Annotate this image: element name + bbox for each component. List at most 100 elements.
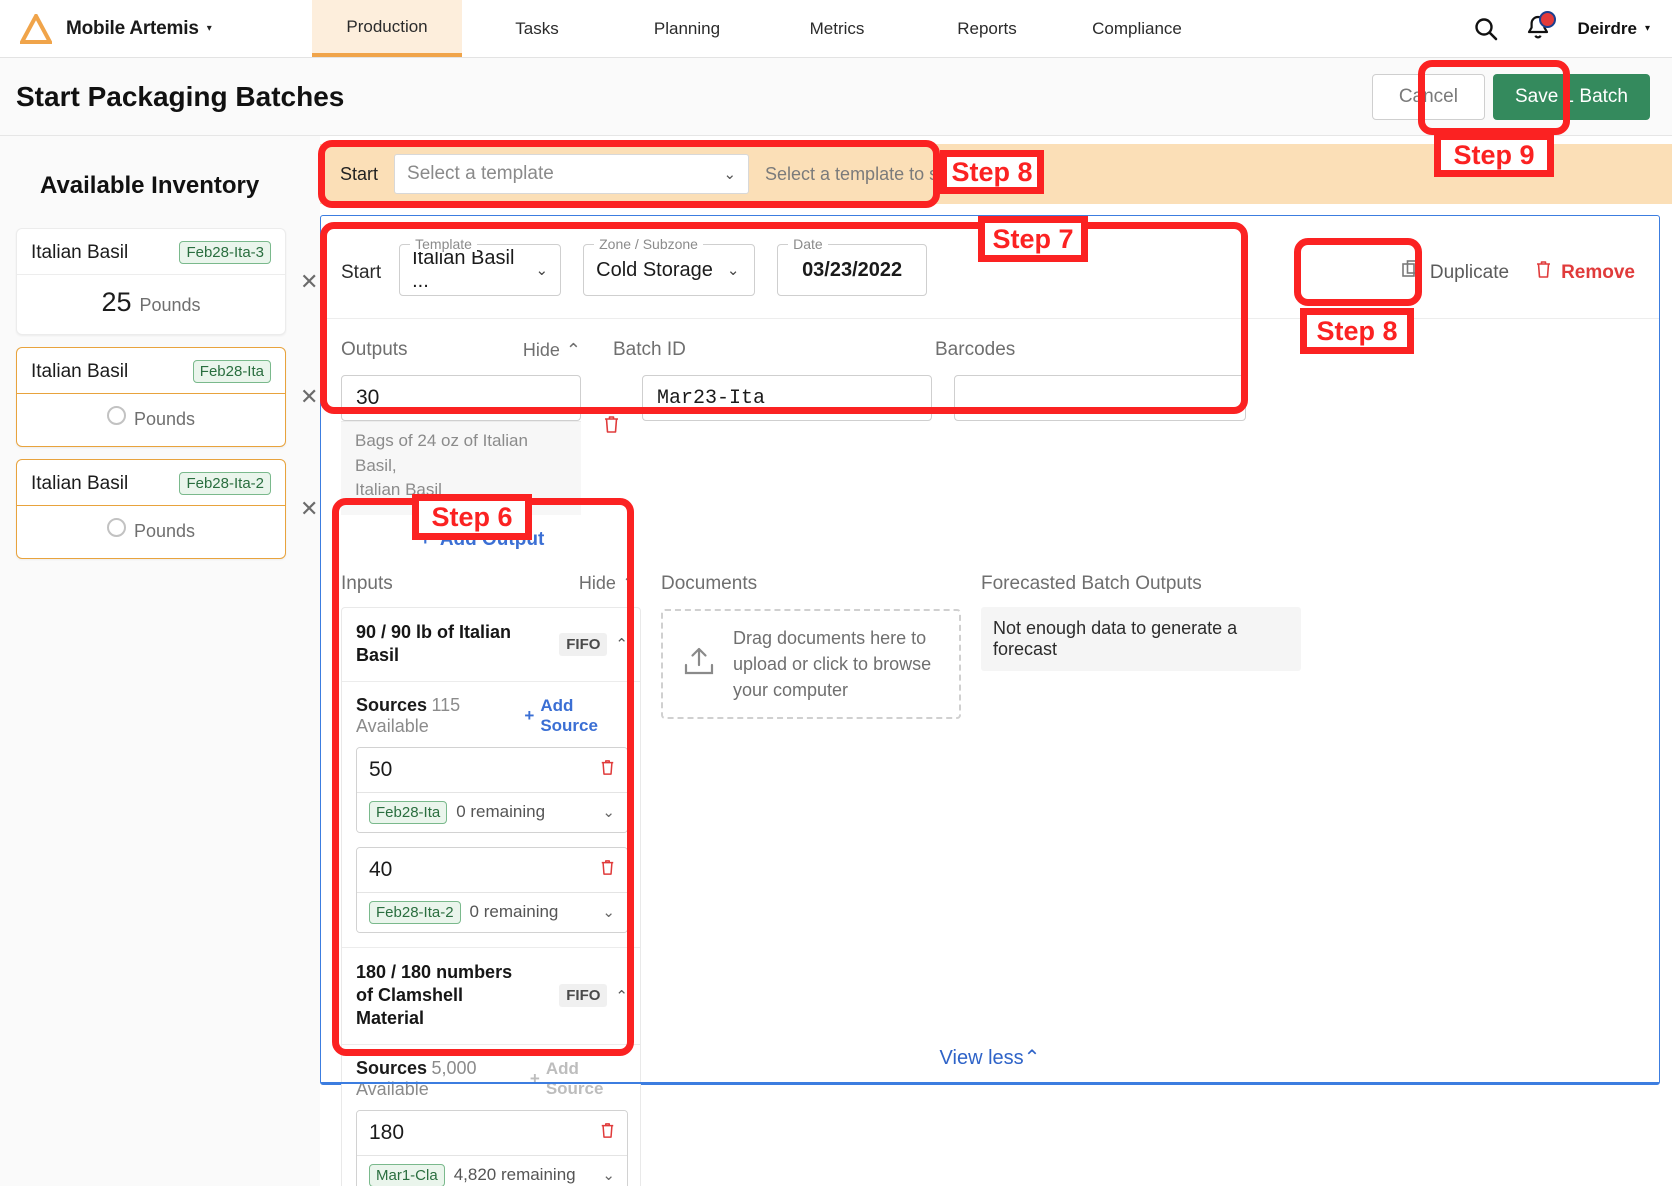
barcodes-input[interactable] (954, 375, 1246, 421)
inventory-quantity-unit: Pounds (133, 521, 196, 541)
available-inventory-sidebar: Available Inventory Italian Basil Feb28-… (0, 136, 320, 1186)
batch-template-value: Italian Basil ... (412, 247, 515, 292)
output-description-line2: Italian Basil (355, 480, 442, 500)
outputs-hide-toggle[interactable]: Hide ⌃ (523, 340, 581, 361)
add-output-label: Add Output (439, 528, 545, 550)
view-less-button[interactable]: View less⌃ (321, 1045, 1659, 1084)
notification-badge-dot (1539, 11, 1557, 28)
batch-card-actions: Duplicate Remove (1402, 244, 1639, 285)
save-batch-button[interactable]: Save 1 Batch (1492, 73, 1650, 120)
chevron-up-icon: ⌃ (1023, 1047, 1041, 1069)
list-item: Italian Basil Feb28-Ita-2 Pounds ✕ (16, 459, 320, 559)
inputs-hide-toggle[interactable]: Hide ⌃ (579, 573, 637, 594)
remove-inventory-icon[interactable]: ✕ (300, 498, 318, 520)
inventory-card[interactable]: Italian Basil Feb28-Ita Pounds (16, 347, 286, 447)
batch-template-label: Template (410, 236, 477, 252)
tab-planning[interactable]: Planning (612, 0, 762, 57)
cancel-button[interactable]: Cancel (1371, 73, 1485, 120)
chevron-down-icon: ⌄ (602, 1167, 615, 1185)
sources-label: Sources (356, 694, 428, 715)
sources-header: Sources 115 Available + Add Source (342, 682, 640, 747)
delete-source-icon[interactable] (600, 859, 615, 881)
input-group-header[interactable]: 90 / 90 lb of Italian Basil FIFO ⌃ (342, 608, 640, 682)
source-lot-selector[interactable]: Feb28-Ita 0 remaining ⌄ (357, 791, 627, 832)
documents-dropzone[interactable]: Drag documents here to upload or click t… (661, 608, 961, 719)
tab-reports[interactable]: Reports (912, 0, 1062, 57)
source-quantity-input[interactable]: 40 (357, 847, 627, 892)
sidebar-title: Available Inventory (40, 172, 260, 199)
forecast-message: Not enough data to generate a forecast (981, 606, 1301, 671)
chevron-up-icon[interactable]: ⌃ (615, 987, 628, 1005)
batch-zone-field[interactable]: Zone / Subzone Cold Storage ⌄ (583, 236, 756, 296)
chevron-down-icon: ⌄ (535, 262, 549, 279)
batch-zone-label: Zone / Subzone (594, 236, 703, 252)
inputs-hide-label: Hide (578, 573, 616, 594)
plus-icon: + (524, 705, 535, 725)
source-row: 180 Mar1-Cla 4,820 remaining ⌄ (356, 1109, 628, 1186)
batch-start-label: Start (341, 262, 382, 283)
source-quantity-input[interactable]: 180 (357, 1110, 627, 1155)
inventory-item-name: Italian Basil (31, 472, 129, 494)
duplicate-label: Duplicate (1429, 261, 1510, 283)
chevron-down-icon: ⌄ (723, 166, 737, 183)
outputs-header-row: Outputs Hide ⌃ Batch ID Barcodes (321, 339, 1659, 361)
brand-chevron-down-icon[interactable]: ▾ (207, 23, 212, 34)
template-select-placeholder: Select a template (407, 163, 554, 184)
inventory-card[interactable]: Italian Basil Feb28-Ita-3 25 Pounds (16, 228, 286, 335)
batch-card-header: Start Template Italian Basil ... ⌄ Zone … (321, 216, 1659, 296)
tab-compliance-label: Compliance (1092, 18, 1182, 38)
source-lot-selector[interactable]: Feb28-Ita-2 0 remaining ⌄ (357, 891, 627, 932)
inventory-quantity-unit: Pounds (139, 295, 201, 315)
tab-tasks[interactable]: Tasks (462, 0, 612, 57)
duplicate-batch-button[interactable]: Duplicate (1402, 260, 1509, 285)
page-header: Start Packaging Batches Cancel Save 1 Ba… (0, 58, 1672, 136)
source-row: 40 Feb28-Ita-2 0 remaining ⌄ (356, 846, 628, 933)
batch-card: Start Template Italian Basil ... ⌄ Zone … (320, 215, 1660, 1186)
search-icon[interactable] (1473, 16, 1499, 42)
notification-bell-icon[interactable] (1525, 11, 1557, 42)
delete-output-icon[interactable] (603, 415, 620, 440)
add-output-button[interactable]: + Add Output (341, 529, 623, 551)
output-quantity-value: 30 (356, 386, 380, 409)
delete-source-icon[interactable] (600, 1122, 615, 1144)
chevron-down-icon: ⌄ (602, 904, 615, 922)
batch-date-field[interactable]: Date 03/23/2022 (777, 236, 928, 296)
delete-source-icon[interactable] (600, 759, 615, 781)
add-source-button[interactable]: + Add Source (524, 696, 628, 736)
output-quantity-input[interactable]: 30 (341, 375, 581, 421)
empty-quantity-circle-icon (106, 406, 126, 425)
list-item: Italian Basil Feb28-Ita-3 25 Pounds ✕ (16, 228, 320, 335)
lot-tag: Mar1-Cla (369, 1163, 445, 1186)
brand-area[interactable]: Mobile Artemis ▾ (0, 0, 312, 57)
remove-inventory-icon[interactable]: ✕ (300, 386, 318, 408)
input-group: 90 / 90 lb of Italian Basil FIFO ⌃ Sourc… (342, 608, 640, 933)
remove-batch-button[interactable]: Remove (1535, 260, 1635, 285)
source-quantity-input[interactable]: 50 (357, 747, 627, 792)
remove-inventory-icon[interactable]: ✕ (300, 270, 318, 293)
source-quantity-value: 50 (369, 757, 393, 781)
barcodes-label: Barcodes (935, 339, 1016, 360)
source-lot-selector[interactable]: Mar1-Cla 4,820 remaining ⌄ (357, 1154, 627, 1186)
chevron-up-icon[interactable]: ⌃ (615, 635, 628, 653)
inventory-quantity-value: 25 (101, 287, 132, 317)
batch-id-input[interactable]: Mar23-Ita (642, 375, 932, 421)
tab-compliance[interactable]: Compliance (1062, 0, 1212, 57)
user-menu[interactable]: Deirdre ▾ (1577, 19, 1650, 39)
batch-id-value: Mar23-Ita (657, 386, 766, 410)
tab-metrics[interactable]: Metrics (762, 0, 912, 57)
documents-label: Documents (661, 572, 758, 594)
remove-label: Remove (1561, 261, 1635, 283)
batch-id-label: Batch ID (613, 339, 686, 360)
lot-tag: Feb28-Ita (192, 360, 271, 383)
batch-template-field[interactable]: Template Italian Basil ... ⌄ (399, 236, 562, 296)
outputs-row: 30 Bags of 24 oz of Italian Basil, Itali… (321, 361, 1659, 515)
dropzone-text: Drag documents here to upload or click t… (733, 627, 932, 700)
input-group-header[interactable]: 180 / 180 numbers of Clamshell Material … (342, 946, 640, 1045)
inventory-card[interactable]: Italian Basil Feb28-Ita-2 Pounds (16, 459, 286, 559)
inputs-section: Inputs Hide ⌃ 90 / 90 lb of Italian Basi… (341, 573, 641, 1186)
inventory-card-header: Italian Basil Feb28-Ita-2 (17, 460, 285, 506)
tab-metrics-label: Metrics (809, 18, 865, 38)
template-select[interactable]: Select a template ⌄ (394, 154, 750, 194)
tab-production[interactable]: Production (312, 0, 462, 57)
output-description-line1: Bags of 24 oz of Italian Basil, (355, 431, 528, 475)
